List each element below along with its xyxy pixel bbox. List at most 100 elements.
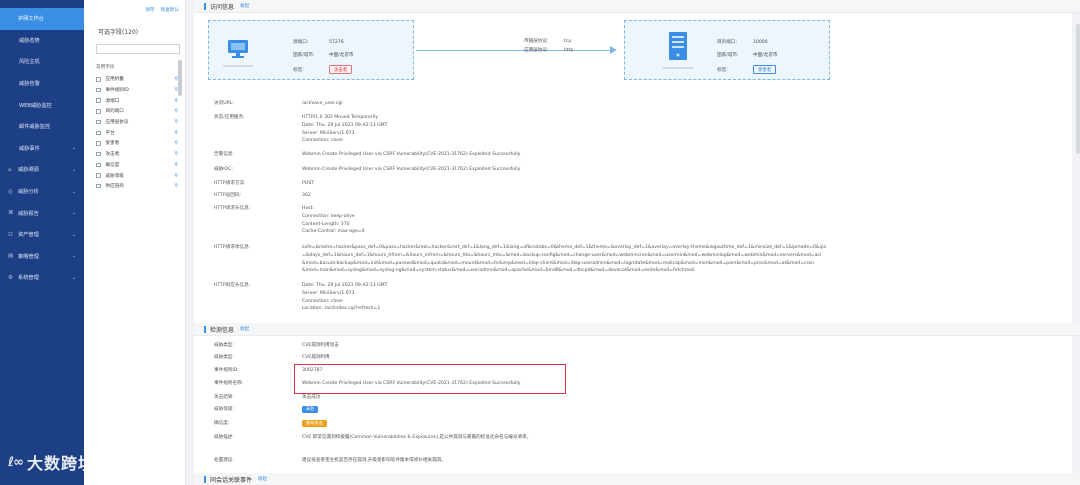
field-item-label: 应用层协议 [105, 120, 129, 126]
detection-row: 威胁类型: CVE漏洞利用攻击 [214, 342, 862, 350]
field-search-input[interactable] [96, 44, 180, 54]
detection-info-toggle[interactable]: 收起 [240, 326, 249, 332]
save-fields-button[interactable]: 保存 [145, 7, 154, 13]
detail-value-line: Cache-Control: max-age=0 [302, 229, 365, 235]
flow-arrow-head [610, 46, 617, 54]
field-checkbox[interactable] [96, 141, 101, 146]
nav-item-2[interactable]: 风险主机 [0, 51, 84, 73]
detail-key: 访问URL: [214, 101, 234, 106]
detection-key: 确信度: [214, 421, 230, 426]
field-checkbox[interactable] [96, 119, 101, 125]
related-events-toggle[interactable]: 收起 [258, 476, 267, 482]
field-item[interactable]: 应用折叠 ⚲ [96, 74, 178, 85]
pin-icon[interactable]: ⚲ [174, 130, 178, 136]
field-item-label: 威胁等级 [105, 173, 124, 179]
detail-key: 状态/应用服务: [214, 115, 245, 120]
detail-row: 告警信息: Webmin Create Privileged User via C… [214, 151, 862, 159]
field-section-label: 常用字段 [96, 65, 115, 70]
chevron-down-icon: ⌄ [71, 274, 76, 281]
nav-item-12[interactable]: ⚙ 系统管理 ⌄ [0, 267, 84, 289]
field-item[interactable]: 应用层协议 ⚲ [96, 117, 178, 128]
nav-item-9[interactable]: ⌘ 威胁报告 ⌄ [0, 202, 84, 224]
detail-value-line: Webmin Create Privileged User via CSRF V… [302, 152, 521, 157]
pin-icon[interactable]: ⚲ [174, 119, 178, 125]
detection-pill: 疑似攻击 [302, 420, 327, 427]
nav-item-10[interactable]: ☷ 资产管理 ⌄ [0, 224, 84, 246]
nav-item-label: 策略管理 [18, 253, 39, 260]
source-tag: 标签: 攻击者 [293, 65, 353, 74]
pin-icon[interactable]: ⚲ [174, 108, 178, 114]
visit-info-title: 访问信息 [210, 3, 235, 11]
field-item[interactable]: 供应链商 ⚲ [96, 181, 178, 192]
highlight-box [294, 364, 566, 394]
pin-icon[interactable]: ⚲ [174, 173, 178, 179]
detail-value-line: Server: MiniServ/1.973 [302, 130, 355, 136]
nav-group-icon: ◎ [8, 188, 13, 195]
chevron-down-icon: ⌄ [71, 231, 76, 238]
pin-icon[interactable]: ⚲ [174, 183, 178, 189]
detection-row: 处置建议: 建议排查受害主机是否存在漏洞,升级受影响软件版本或修补相关漏洞。 [214, 457, 862, 465]
field-item-label: 供应链商 [105, 184, 124, 190]
detail-value-line: &mod=man&mod=syslog&mod=syslog-ng&mod=sy… [302, 268, 695, 274]
nav-item-0[interactable]: 护网工作台 [0, 8, 84, 30]
field-item-label: 源端口 [105, 98, 120, 104]
nav-item-1[interactable]: 威胁态势 [0, 30, 84, 52]
visit-info-header: 访问信息 收起 [194, 0, 1080, 13]
nav-item-11[interactable]: ▤ 策略管理 ⌄ [0, 246, 84, 268]
nav-item-label: 威胁报告 [18, 210, 39, 217]
field-panel-scrollbar[interactable] [178, 60, 182, 96]
visit-info-toggle[interactable]: 收起 [240, 3, 249, 9]
detail-value-line: =&days_def=1&hours_def=1&hours_hfrom=&ho… [302, 252, 822, 258]
detection-pill: 高危 [302, 406, 319, 413]
detection-row: 威胁类型: CVE漏洞利用 [214, 354, 862, 362]
nav-item-4[interactable]: WEB威胁监控 [0, 94, 84, 116]
detection-value: 攻击成功 [302, 395, 321, 400]
detail-value-line: Connection: keep-alive [302, 213, 355, 219]
nav-item-3[interactable]: 威胁告警 [0, 73, 84, 95]
detail-value-line: Webmin Create Privileged User via CSRF V… [302, 167, 521, 172]
detail-value-line: Date: Thu, 29 Jul 2021 09:43:13 GMT [302, 122, 388, 128]
detection-key: 事件规则ID: [214, 368, 239, 373]
nav-item-5[interactable]: 邮件威胁监控 [0, 116, 84, 138]
detection-key: 事件规则名称: [214, 381, 244, 386]
nav-item-label: 资产管理 [18, 232, 39, 239]
field-checkbox[interactable] [96, 173, 101, 178]
victim-tag: 受害者 [753, 65, 777, 74]
detail-row: HTTP请求方法: POST [214, 180, 862, 188]
pin-icon[interactable]: ⚲ [174, 140, 178, 146]
nav-item-7[interactable]: ⌂ 威胁溯源 ⌄ [0, 159, 84, 181]
field-item[interactable]: 目的端口 ⚲ [96, 106, 178, 117]
field-item[interactable]: 事件规则ID ⚲ [96, 85, 178, 96]
main-scrollbar[interactable] [1076, 24, 1080, 154]
pin-icon[interactable]: ⚲ [174, 151, 178, 157]
field-item-label: 确信度 [105, 162, 120, 168]
field-item-label: 目的端口 [105, 109, 124, 115]
field-checkbox[interactable] [96, 98, 101, 103]
detection-row: 威胁描述: CVE 即常见漏洞和披露(Common Vulnerabilities… [214, 434, 862, 442]
field-checkbox[interactable] [96, 183, 101, 189]
pin-icon[interactable]: ⚲ [174, 162, 178, 168]
detection-key: 威胁描述: [214, 435, 234, 440]
field-item[interactable]: 源端口 ⚲ [96, 95, 178, 106]
field-item[interactable]: 平台 ⚲ [96, 127, 178, 138]
field-item[interactable]: 攻击者 ⚲ [96, 149, 178, 160]
field-checkbox[interactable] [96, 77, 101, 82]
field-item[interactable]: 确信度 ⚲ [96, 160, 178, 171]
field-checkbox[interactable] [96, 109, 101, 114]
detection-row: 攻击结果: 攻击成功 [214, 394, 862, 402]
field-item[interactable]: 威胁等级 ⚲ [96, 170, 178, 181]
field-checkbox[interactable] [96, 162, 101, 168]
field-checkbox[interactable] [96, 87, 101, 93]
left-nav: 护网工作台 威胁态势 风险主机 威胁告警 WEB威胁监控 邮件威胁监控 威胁事件 ⌄ ⌂ 威胁溯源… [0, 0, 84, 485]
nav-item-6[interactable]: 威胁事件 ⌄ [0, 138, 84, 160]
pin-icon[interactable]: ⚲ [174, 98, 178, 104]
field-checkbox[interactable] [96, 130, 101, 136]
field-checkbox[interactable] [96, 151, 101, 157]
field-item[interactable]: 受害者 ⚲ [96, 138, 178, 149]
nav-item-8[interactable]: ◎ 威胁分析 ⌄ [0, 181, 84, 203]
nav-group-icon: ⌘ [8, 210, 14, 217]
field-panel-title: 可选字段(120) [98, 29, 139, 36]
reset-fields-button[interactable]: 恢复默认 [161, 7, 179, 13]
watermark: ℓ∞ 大数跨境 [8, 450, 95, 474]
detail-row: 威胁IOC: Webmin Create Privileged User via … [214, 166, 862, 174]
